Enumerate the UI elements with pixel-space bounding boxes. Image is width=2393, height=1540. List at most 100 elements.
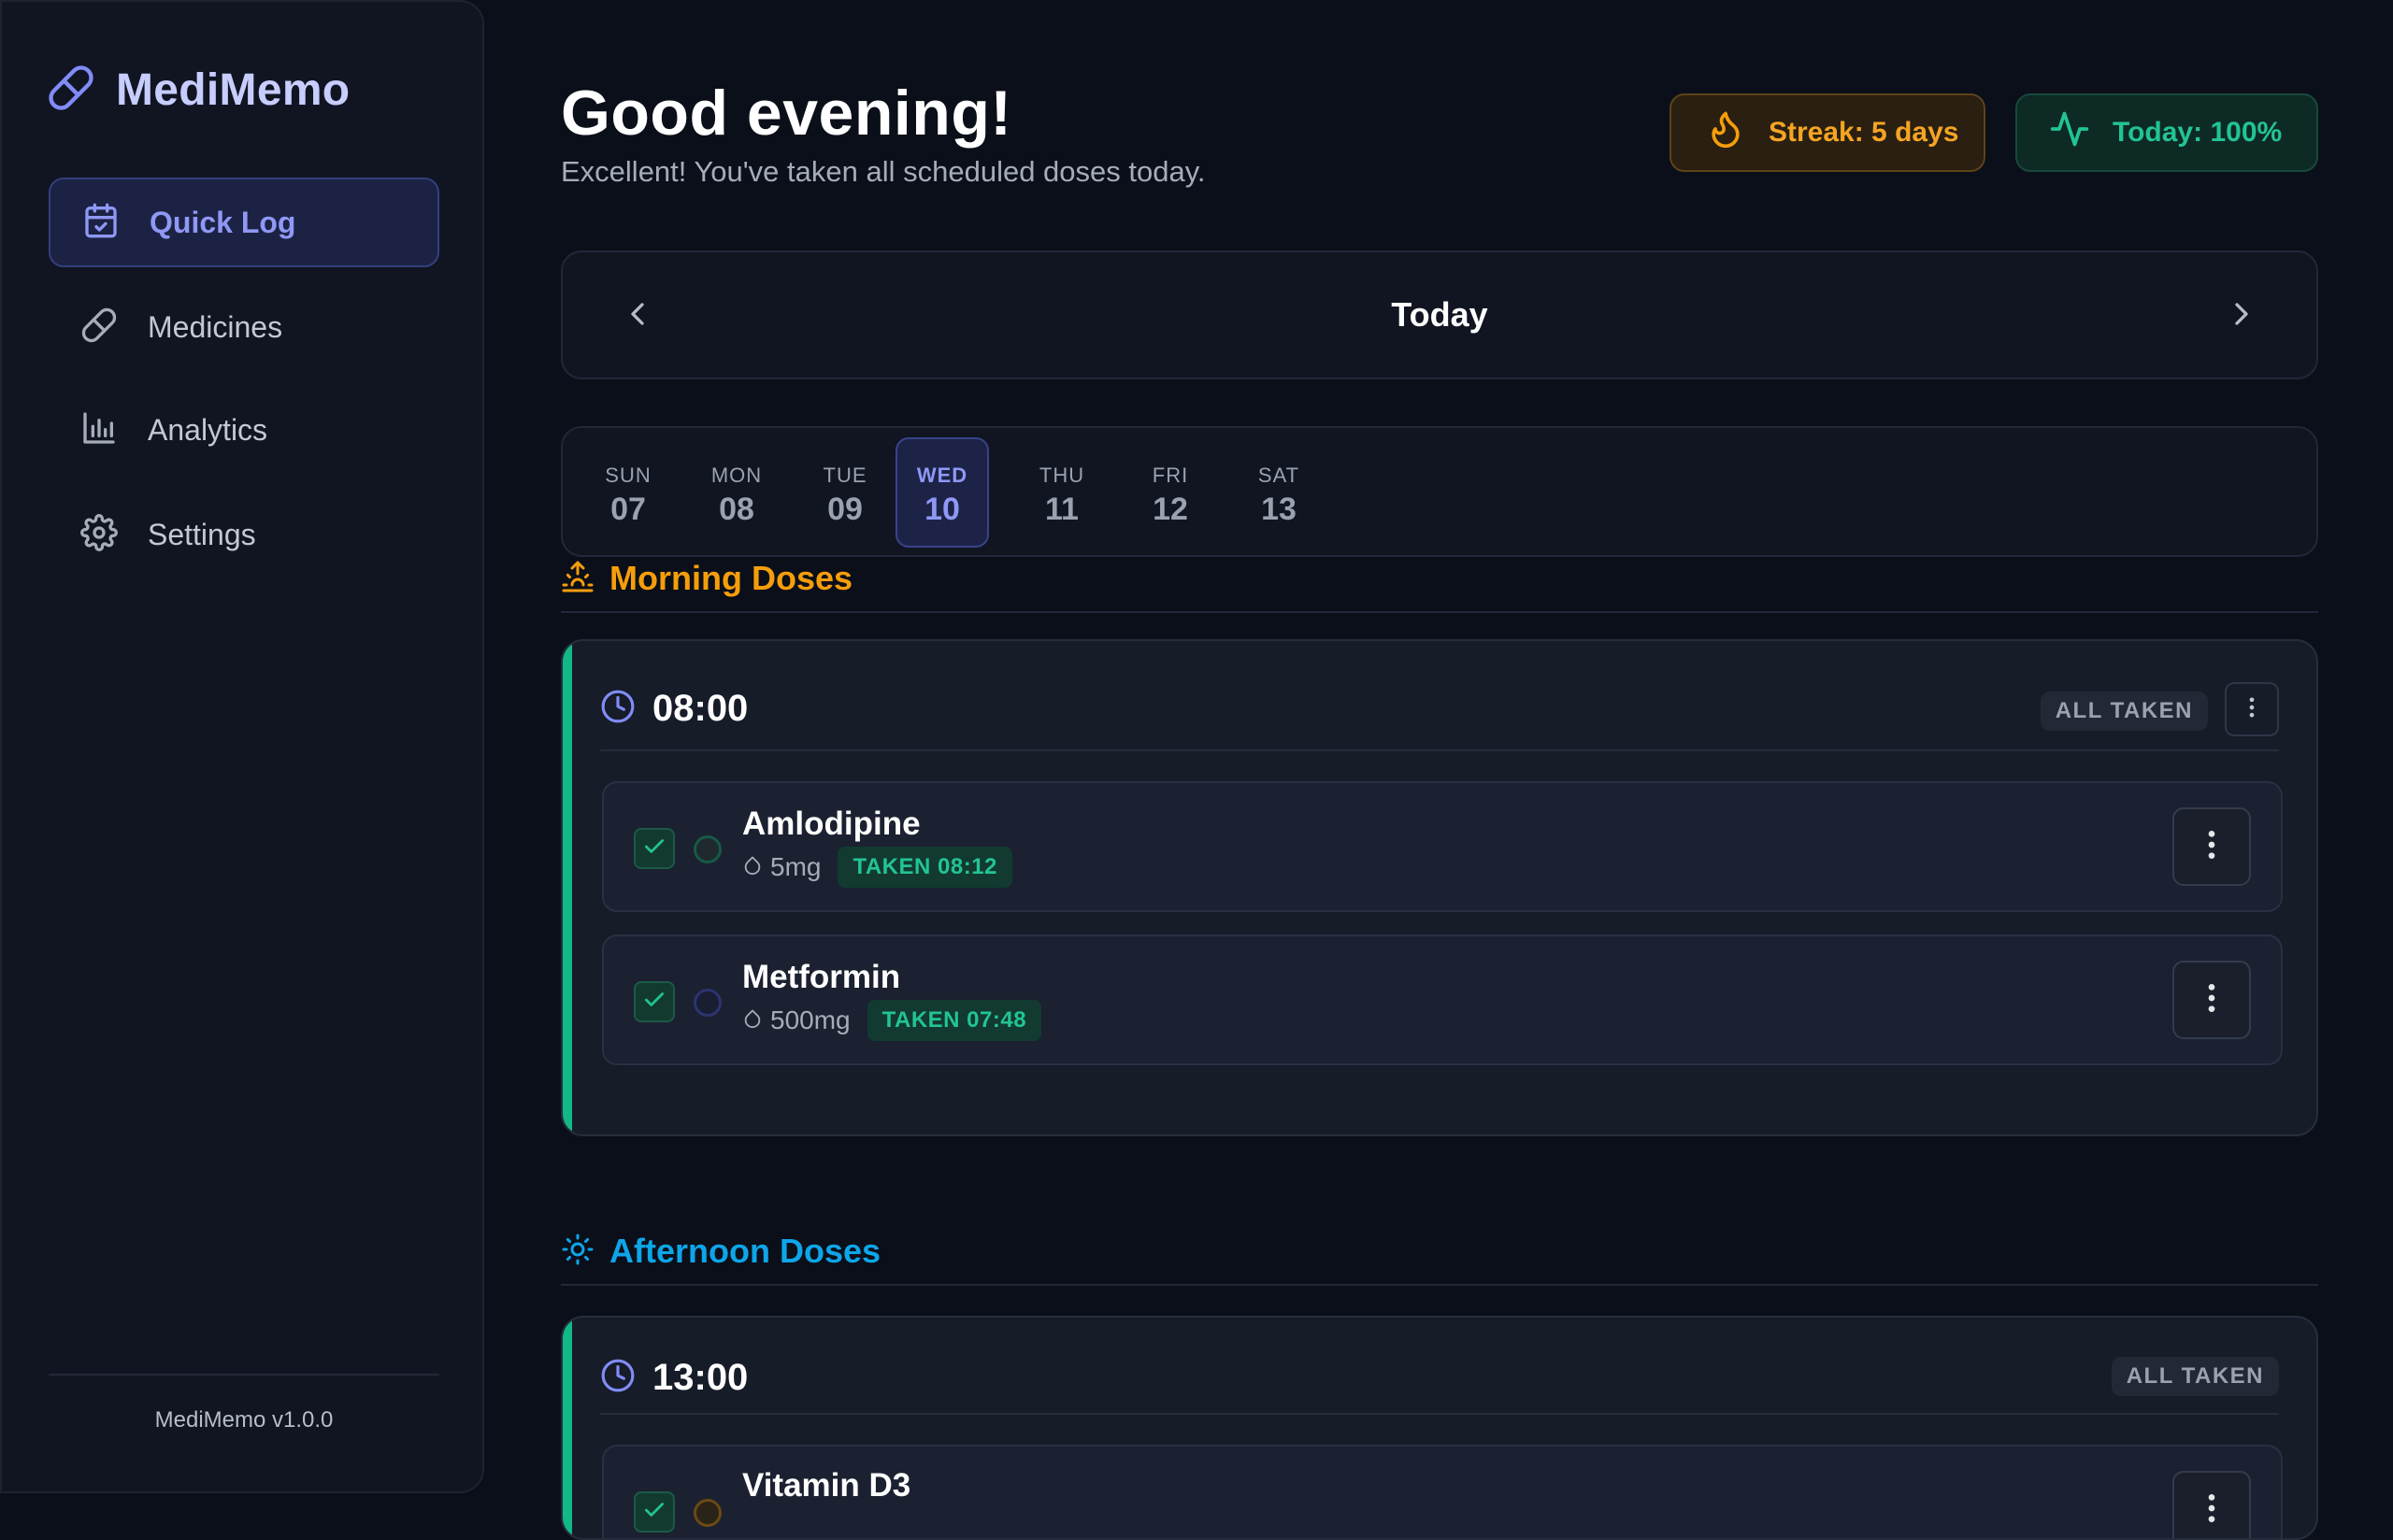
dose-group-0800: 08:00 ALL TAKEN Amlodipine 5mg TAKEN 08:…: [561, 639, 2318, 1136]
date-navigator: Today: [561, 250, 2318, 379]
day-number: 11: [1045, 492, 1079, 527]
day-number: 13: [1261, 492, 1297, 527]
group-time-header: 08:00: [600, 688, 748, 730]
page-title: Good evening!: [561, 78, 1012, 149]
day-number: 10: [924, 492, 960, 527]
section-divider: [561, 611, 2318, 613]
droplet-icon: [742, 1008, 763, 1034]
today-progress-text: Today: 100%: [2113, 117, 2283, 148]
more-vertical-icon: [2193, 826, 2230, 868]
sun-icon: [561, 1233, 595, 1271]
sidebar-item-medicines[interactable]: Medicines: [49, 282, 439, 372]
flame-icon: [1705, 108, 1746, 157]
medication-dose: 5mg: [770, 852, 822, 881]
group-time: 13:00: [652, 1357, 749, 1398]
app-version: MediMemo v1.0.0: [154, 1407, 334, 1433]
streak-badge: Streak: 5 days: [1669, 93, 1985, 172]
day-fri[interactable]: FRI 12: [1124, 437, 1217, 548]
today-progress-badge: Today: 100%: [2015, 93, 2318, 172]
bar-chart-icon: [80, 409, 118, 451]
day-tue[interactable]: TUE 09: [798, 437, 892, 548]
day-name: WED: [916, 463, 968, 487]
status-badge: ALL TAKEN: [2111, 1357, 2279, 1396]
sidebar-divider: [49, 1374, 439, 1376]
section-divider: [561, 1284, 2318, 1286]
section-title: Afternoon Doses: [609, 1232, 881, 1270]
gear-icon: [80, 513, 118, 556]
clock-icon: [600, 689, 636, 729]
medication-name: Metformin: [742, 959, 901, 995]
day-sun[interactable]: SUN 07: [581, 437, 675, 548]
sidebar-item-label: Quick Log: [150, 205, 296, 239]
medication-meta: 5mg TAKEN 08:12: [742, 847, 1012, 888]
chevron-right-icon: [2223, 295, 2260, 337]
current-date-label: Today: [1391, 295, 1488, 334]
medication-menu-button[interactable]: [2172, 1471, 2251, 1538]
sunrise-icon: [561, 560, 595, 598]
medication-color-dot: [694, 835, 722, 863]
taken-checkbox[interactable]: [634, 1491, 675, 1533]
day-number: 07: [610, 492, 646, 527]
group-menu-button[interactable]: [2225, 682, 2279, 736]
medication-meta: 500mg TAKEN 07:48: [742, 1000, 1042, 1041]
group-time-header: 13:00: [600, 1357, 748, 1399]
taken-status-badge: TAKEN 07:48: [867, 1000, 1042, 1041]
day-name: TUE: [823, 463, 867, 487]
medication-menu-button[interactable]: [2172, 961, 2251, 1039]
clock-icon: [600, 1358, 636, 1398]
section-morning-header: Morning Doses: [561, 559, 853, 598]
day-name: SAT: [1257, 463, 1300, 487]
check-icon: [642, 988, 666, 1017]
next-day-button[interactable]: [2217, 292, 2266, 340]
sidebar: MediMemo Quick Log Medicines Analytics S…: [0, 0, 484, 1493]
sidebar-item-label: Settings: [148, 517, 256, 551]
medication-name: Vitamin D3: [742, 1467, 911, 1504]
day-number: 09: [827, 492, 863, 527]
group-accent-bar: [563, 641, 572, 1134]
sidebar-item-analytics[interactable]: Analytics: [49, 385, 439, 475]
medication-menu-button[interactable]: [2172, 807, 2251, 886]
sidebar-item-label: Medicines: [148, 309, 283, 344]
taken-status-badge: TAKEN 08:12: [838, 847, 1012, 888]
activity-icon: [2049, 108, 2090, 157]
section-afternoon-header: Afternoon Doses: [561, 1232, 881, 1271]
medication-dose: 500mg: [770, 1005, 851, 1034]
day-sat[interactable]: SAT 13: [1232, 437, 1325, 548]
calendar-check-icon: [82, 202, 120, 244]
day-name: THU: [1039, 463, 1085, 487]
group-time: 08:00: [652, 688, 749, 729]
day-mon[interactable]: MON 08: [690, 437, 783, 548]
dose-group-1300: 13:00 ALL TAKEN Vitamin D3: [561, 1316, 2318, 1540]
medication-name: Amlodipine: [742, 806, 921, 842]
group-divider: [600, 749, 2279, 751]
check-icon: [642, 1498, 666, 1527]
day-name: FRI: [1152, 463, 1189, 487]
day-wed[interactable]: WED 10: [896, 437, 989, 548]
day-name: MON: [710, 463, 763, 487]
sidebar-item-label: Analytics: [148, 412, 268, 447]
day-number: 12: [1153, 492, 1188, 527]
droplet-icon: [742, 855, 763, 880]
more-vertical-icon: [2193, 979, 2230, 1021]
more-vertical-icon: [2193, 1490, 2230, 1532]
group-divider: [600, 1413, 2279, 1415]
medication-row-metformin: Metformin 500mg TAKEN 07:48: [602, 934, 2283, 1065]
sidebar-item-settings[interactable]: Settings: [49, 490, 439, 579]
medication-color-dot: [694, 989, 722, 1017]
group-accent-bar: [563, 1318, 572, 1538]
taken-checkbox[interactable]: [634, 981, 675, 1022]
brand[interactable]: MediMemo: [47, 64, 350, 117]
taken-checkbox[interactable]: [634, 828, 675, 869]
medication-row-vitamin-d3: Vitamin D3: [602, 1445, 2283, 1538]
day-thu[interactable]: THU 11: [1015, 437, 1109, 548]
day-number: 08: [719, 492, 754, 527]
medication-color-dot: [694, 1499, 722, 1527]
more-vertical-icon: [2239, 694, 2265, 725]
sidebar-item-quick-log[interactable]: Quick Log: [49, 178, 439, 267]
section-title: Morning Doses: [609, 559, 853, 597]
day-name: SUN: [605, 463, 652, 487]
page-subtitle: Excellent! You've taken all scheduled do…: [561, 155, 1206, 188]
check-icon: [642, 834, 666, 863]
streak-text: Streak: 5 days: [1769, 117, 1959, 148]
status-badge: ALL TAKEN: [2040, 692, 2208, 731]
